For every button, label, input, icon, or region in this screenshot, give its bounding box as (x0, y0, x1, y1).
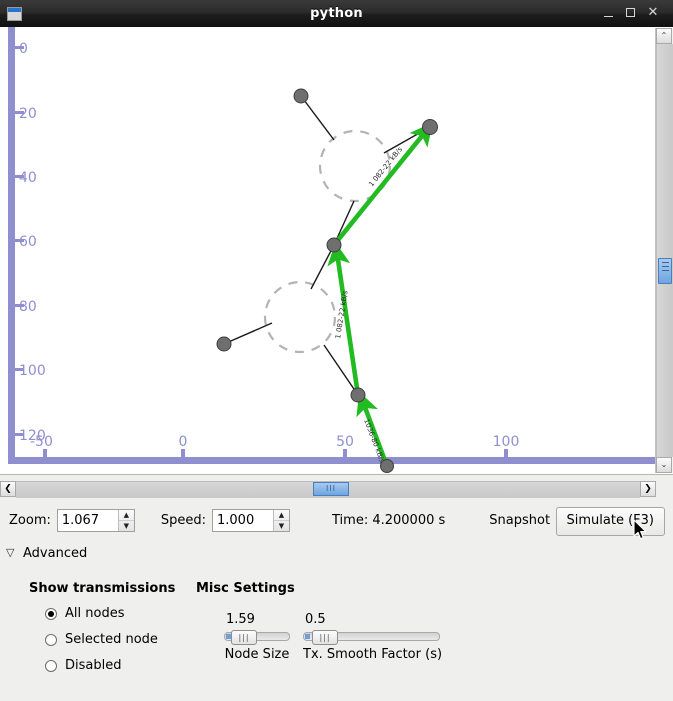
tx-smooth-value: 0.5 (305, 612, 326, 627)
radio-all-nodes[interactable]: All nodes (45, 606, 124, 621)
x-tick: 100 (493, 434, 520, 450)
simulate-button[interactable]: Simulate (F3) (555, 507, 665, 536)
zoom-input[interactable] (57, 509, 118, 531)
minimize-button[interactable] (599, 4, 617, 22)
network-node[interactable] (350, 387, 366, 403)
node-size-value: 1.59 (226, 612, 255, 627)
range-circle (263, 280, 337, 354)
tx-smooth-slider[interactable]: ||| (303, 630, 440, 645)
triangle-down-icon[interactable] (6, 546, 17, 559)
zoom-spinbox[interactable]: ▲ ▼ (56, 508, 135, 532)
network-visualization[interactable]: 0 20 40 60 80 100 120 -50 0 50 100 1 082… (0, 27, 656, 474)
node-size-slider-handle[interactable]: ||| (231, 630, 257, 645)
scroll-down-icon[interactable]: ⌄ (656, 457, 672, 473)
tx-smooth-caption: Tx. Smooth Factor (s) (303, 647, 443, 662)
network-canvas[interactable]: 0 20 40 60 80 100 120 -50 0 50 100 1 082… (0, 27, 673, 475)
y-tick: 80 (19, 299, 37, 315)
vertical-scrollbar[interactable]: ⌃ ⌄ (655, 28, 673, 473)
y-tick: 100 (19, 363, 46, 379)
horizontal-scrollbar[interactable]: ❮ ❯ III (0, 481, 656, 498)
radio-label: Disabled (65, 658, 122, 673)
x-axis-tick-labels: -50 0 50 100 (30, 434, 519, 450)
window-titlebar[interactable]: python ✕ (0, 0, 673, 28)
transmission-arrow (332, 122, 433, 247)
tx-smooth-slider-group: 0.5 ||| Tx. Smooth Factor (s) (303, 612, 442, 662)
maximize-button[interactable] (621, 4, 639, 22)
vertical-scroll-thumb[interactable] (658, 258, 672, 284)
speed-step-down-icon[interactable]: ▼ (274, 521, 289, 531)
vertical-scroll-track[interactable] (656, 44, 673, 457)
network-node[interactable] (326, 237, 342, 253)
tx-smooth-slider-handle[interactable]: ||| (312, 630, 338, 645)
radio-indicator-icon[interactable] (45, 607, 57, 620)
node-size-caption: Node Size (224, 647, 290, 662)
y-tick: 20 (19, 106, 37, 122)
zoom-step-down-icon[interactable]: ▼ (119, 521, 134, 531)
window-title: python (310, 6, 363, 21)
speed-stepper[interactable]: ▲ ▼ (273, 509, 289, 531)
snapshot-label[interactable]: Snapshot (489, 513, 550, 528)
radio-label: All nodes (65, 606, 125, 621)
window-icon (7, 6, 22, 21)
speed-input[interactable] (213, 509, 273, 531)
network-node[interactable] (422, 119, 438, 135)
radio-label: Selected node (65, 632, 158, 647)
y-tick: 0 (19, 41, 28, 57)
scroll-left-icon[interactable]: ❮ (0, 481, 16, 497)
advanced-label: Advanced (23, 545, 88, 561)
radio-disabled[interactable]: Disabled (45, 658, 121, 673)
simulation-toolbar: Zoom: ▲ ▼ Speed: ▲ ▼ Time: 4.200000 s Sn… (0, 500, 673, 540)
zoom-step-up-icon[interactable]: ▲ (118, 510, 134, 521)
y-axis-tick-labels: 0 20 40 60 80 100 120 (19, 41, 46, 444)
advanced-panel: Show transmissions Misc Settings All nod… (0, 572, 673, 701)
advanced-expander[interactable]: Advanced (0, 542, 673, 564)
node-size-slider-group: 1.59 ||| Node Size (224, 612, 290, 662)
slider-endcap-icon (305, 634, 310, 639)
simulation-time: Time: 4.200000 s (332, 512, 446, 528)
x-tick: -50 (30, 434, 53, 450)
speed-step-up-icon[interactable]: ▲ (274, 510, 289, 521)
radio-selected-node[interactable]: Selected node (45, 632, 158, 647)
y-tick: 60 (19, 234, 37, 250)
network-node[interactable] (293, 88, 309, 104)
show-transmissions-title: Show transmissions (29, 581, 176, 596)
misc-settings-title: Misc Settings (196, 581, 295, 596)
speed-spinbox[interactable]: ▲ ▼ (212, 508, 290, 532)
leader-line (223, 322, 273, 345)
x-tick: 0 (179, 434, 188, 450)
speed-label: Speed: (160, 512, 206, 528)
zoom-label: Zoom: (9, 512, 51, 528)
y-tick: 40 (19, 170, 37, 186)
horizontal-scroll-thumb[interactable]: III (313, 482, 349, 496)
leader-line (300, 95, 335, 141)
zoom-stepper[interactable]: ▲ ▼ (117, 509, 134, 531)
network-nodes (216, 88, 438, 473)
radio-indicator-icon[interactable] (45, 633, 57, 646)
x-tick: 50 (336, 434, 354, 450)
scroll-right-icon[interactable]: ❯ (640, 481, 656, 497)
close-button[interactable]: ✕ (644, 4, 662, 22)
radio-indicator-icon[interactable] (45, 659, 57, 672)
node-size-slider[interactable]: ||| (224, 630, 290, 645)
scroll-up-icon[interactable]: ⌃ (656, 28, 672, 44)
network-node[interactable] (216, 336, 232, 352)
network-node[interactable] (380, 459, 394, 473)
